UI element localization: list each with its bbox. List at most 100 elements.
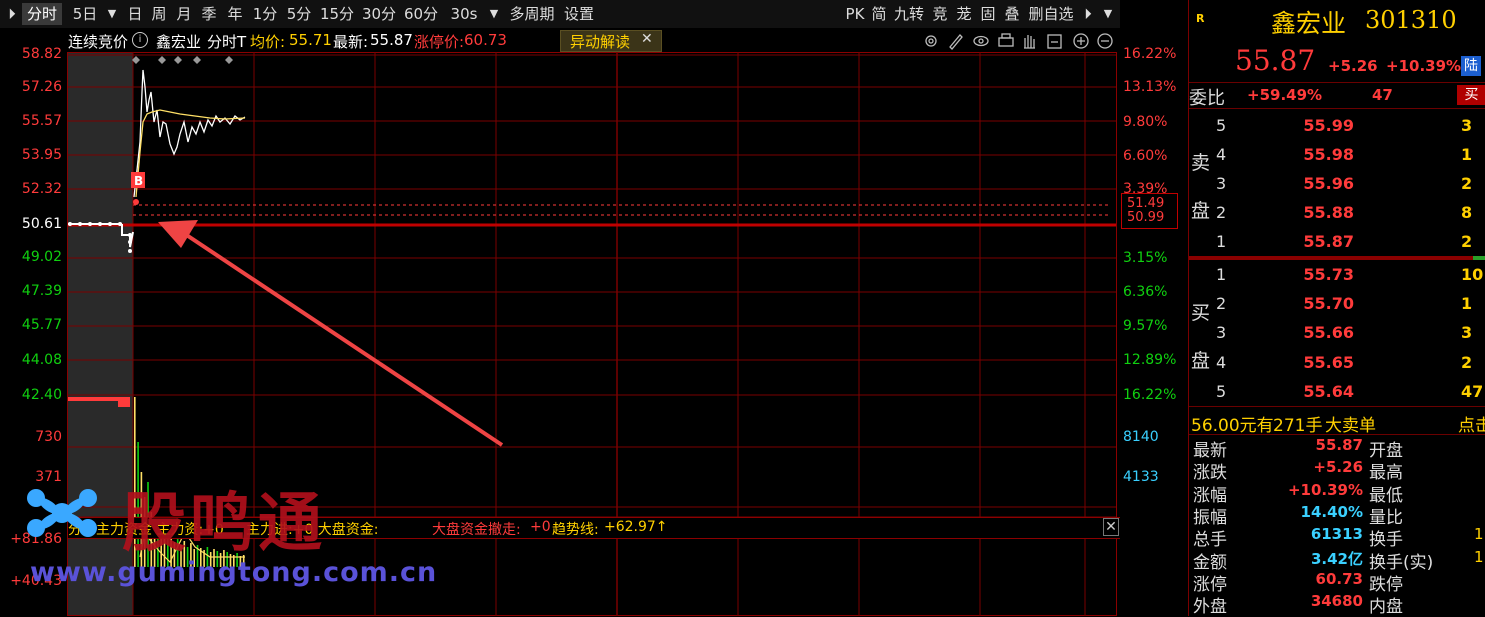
big-order-type: 大卖单 xyxy=(1325,416,1376,436)
buy-volume: 47 xyxy=(1461,382,1484,401)
stat-label: 涨幅 xyxy=(1193,485,1227,506)
sell-price[interactable]: 55.88 xyxy=(1284,203,1354,222)
stat-label: 振幅 xyxy=(1193,507,1227,528)
price-tick: 44.08 xyxy=(21,352,62,368)
price-tick: 50.61 xyxy=(21,216,62,232)
collapse-right-icon[interactable]: ⏵ xyxy=(1078,3,1098,25)
tab-quarter[interactable]: 季 xyxy=(198,3,220,25)
tab-day[interactable]: 日 xyxy=(124,3,146,25)
buy-price[interactable]: 55.70 xyxy=(1284,294,1354,313)
buy-volume: 2 xyxy=(1461,353,1473,372)
watermark-brand: 股鸣通 xyxy=(122,487,326,561)
limit-up-label: 涨停价: xyxy=(414,33,465,51)
bid-side-badge: 买 xyxy=(1457,85,1485,105)
quote-stock-name: 鑫宏业 xyxy=(1271,9,1347,38)
sell-price[interactable]: 55.96 xyxy=(1284,174,1354,193)
nine-turn-button[interactable]: 九转 xyxy=(891,3,927,25)
stat-label: 外盘 xyxy=(1193,597,1227,617)
pct-tick: 6.36% xyxy=(1123,284,1168,300)
stat-label: 跌停 xyxy=(1369,574,1403,595)
5day-dropdown-icon[interactable]: ▼ xyxy=(104,3,120,25)
quote-stock-code: 301310 xyxy=(1365,6,1457,34)
stat-value: 61313 xyxy=(1310,525,1363,544)
stat-value: 55.87 xyxy=(1315,436,1363,454)
tab-15min[interactable]: 15分 xyxy=(318,3,356,25)
price-tick: 55.57 xyxy=(21,113,62,129)
stat-value: 3.42亿 xyxy=(1310,549,1363,568)
buy-side-label: 买 xyxy=(1191,302,1211,324)
collapse-left-icon[interactable]: ⏵ xyxy=(2,3,22,25)
gear-icon[interactable] xyxy=(925,35,937,47)
tab-month[interactable]: 月 xyxy=(173,3,195,25)
anomaly-tab[interactable]: 异动解读 ✕ xyxy=(560,30,662,52)
multi-period-button[interactable]: 多周期 xyxy=(506,3,558,25)
fit-icon[interactable] xyxy=(1047,34,1062,49)
market-badge: R xyxy=(1196,12,1205,25)
tag-button[interactable]: 茏 xyxy=(954,3,974,25)
big-order-link[interactable]: 点击 xyxy=(1458,411,1485,436)
pct-tick: 6.60% xyxy=(1123,148,1168,164)
overlay-button[interactable]: 叠 xyxy=(1002,3,1022,25)
sell-volume: 3 xyxy=(1461,116,1473,135)
close-icon[interactable]: ✕ xyxy=(641,31,653,47)
auction-status: 连续竞价 xyxy=(68,33,129,51)
annotation-arrow xyxy=(158,220,504,447)
tab-5day[interactable]: 5日 xyxy=(68,3,102,25)
hand-icon[interactable] xyxy=(1024,35,1035,49)
chart-mode[interactable]: 分时T xyxy=(207,31,246,52)
pin-button[interactable]: 固 xyxy=(978,3,998,25)
stat-label: 涨跌 xyxy=(1193,463,1227,484)
sell-price[interactable]: 55.87 xyxy=(1284,232,1354,251)
sell-side-label: 盘 xyxy=(1191,200,1211,222)
event-markers[interactable] xyxy=(132,56,233,64)
eye-icon[interactable] xyxy=(973,35,989,47)
tab-5min[interactable]: 5分 xyxy=(283,3,315,25)
spread-divider xyxy=(1189,256,1485,260)
sell-volume: 8 xyxy=(1461,203,1473,222)
settings-button[interactable]: 设置 xyxy=(561,3,597,25)
sell-volume: 2 xyxy=(1461,232,1473,251)
trend-value: +62.97↑ xyxy=(604,519,668,535)
buy-price[interactable]: 55.73 xyxy=(1284,265,1354,284)
buy-price[interactable]: 55.64 xyxy=(1284,382,1354,401)
tab-30min[interactable]: 30分 xyxy=(360,3,398,25)
stat-value: 1 xyxy=(1474,547,1484,566)
tab-30s[interactable]: 30s xyxy=(447,3,481,25)
tab-60min[interactable]: 60分 xyxy=(402,3,440,25)
buy-price[interactable]: 55.66 xyxy=(1284,323,1354,342)
pct-tick: 9.57% xyxy=(1123,318,1168,334)
more-dropdown-icon[interactable]: ▼ xyxy=(1100,3,1116,25)
sell-price[interactable]: 55.98 xyxy=(1284,145,1354,164)
volume-tick: 730 xyxy=(35,429,62,445)
simple-button[interactable]: 简 xyxy=(869,3,889,25)
tab-year[interactable]: 年 xyxy=(223,3,247,25)
trend-label: 趋势线: xyxy=(552,522,599,538)
bid-diff-value: 47 xyxy=(1372,86,1393,104)
zoom-in-icon[interactable] xyxy=(1073,33,1089,49)
zoom-out-icon[interactable] xyxy=(1097,33,1113,49)
pct-tick: 13.13% xyxy=(1123,79,1177,95)
remove-watchlist-button[interactable]: 删自选 xyxy=(1025,3,1077,25)
stat-value: 60.73 xyxy=(1315,569,1363,588)
hk-connect-badge[interactable]: 陆 xyxy=(1461,56,1481,76)
tab-1min[interactable]: 1分 xyxy=(250,3,280,25)
auction-button[interactable]: 竞 xyxy=(930,3,950,25)
buy-side-label: 盘 xyxy=(1191,350,1211,372)
pen-icon[interactable] xyxy=(949,34,963,50)
pct-tick: 16.22% xyxy=(1123,46,1177,62)
close-icon[interactable]: ✕ xyxy=(1103,518,1119,536)
30s-dropdown-icon[interactable]: ▼ xyxy=(486,3,502,25)
info-icon[interactable]: i xyxy=(132,32,148,48)
buy-volume: 3 xyxy=(1461,323,1473,342)
buy-price[interactable]: 55.65 xyxy=(1284,353,1354,372)
price-tick: 52.32 xyxy=(21,181,62,197)
price-tick: 49.02 xyxy=(21,249,62,265)
pk-button[interactable]: PK xyxy=(843,3,867,25)
tab-week[interactable]: 周 xyxy=(148,3,170,25)
tab-intraday[interactable]: 分时 xyxy=(22,3,62,25)
sell-price[interactable]: 55.99 xyxy=(1284,116,1354,135)
price-tick: 58.82 xyxy=(21,46,62,62)
chart-info-bar: 连续竞价 i 鑫宏业 分时T 均价: 55.71 最新: 55.87 涨停价: … xyxy=(0,28,1120,52)
pct-tick: 12.89% xyxy=(1123,352,1177,368)
print-icon[interactable] xyxy=(998,33,1014,47)
